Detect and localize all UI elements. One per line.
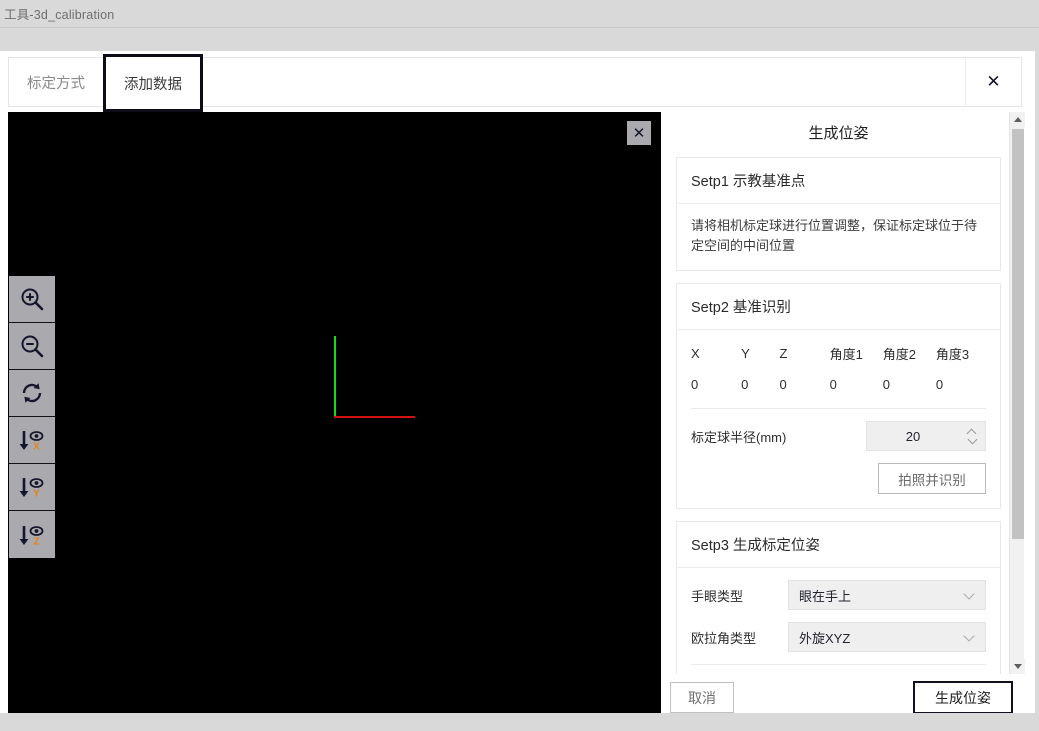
zoom-in-button[interactable] — [9, 276, 55, 323]
col-header-angle2: 角度2 — [882, 347, 916, 363]
view-along-x-button[interactable]: X — [9, 417, 55, 464]
dialog-content: ✕ X Y Z 生成位姿 Setp1 示教基准点 请将相机标定球进行位置调整，保… — [8, 112, 1025, 717]
zoom-out-button[interactable] — [9, 323, 55, 370]
euler-type-select[interactable]: 外旋XYZ — [788, 622, 986, 653]
hand-eye-type-row: 手眼类型 眼在手上 — [691, 580, 986, 611]
table-row: 0 0 0 0 0 0 — [691, 377, 986, 406]
panel-scrollbar[interactable] — [1009, 112, 1025, 674]
euler-type-row: 欧拉角类型 外旋XYZ — [691, 622, 986, 653]
panel-scroll-area: 生成位姿 Setp1 示教基准点 请将相机标定球进行位置调整，保证标定球位于待定… — [668, 112, 1009, 674]
chevron-down-icon — [965, 634, 975, 640]
svg-text:X: X — [33, 442, 40, 453]
step2-body: X Y Z 角度1 角度2 角度3 0 0 0 0 0 0 标定球半径(mm) … — [677, 330, 1000, 508]
view-along-y-button[interactable]: Y — [9, 464, 55, 511]
step3-divider — [691, 664, 986, 666]
cell-angle1: 0 — [829, 377, 837, 393]
calibration-ball-radius-value[interactable]: 20 — [867, 429, 959, 444]
view-along-z-icon: Z — [19, 525, 44, 547]
capture-and-recognize-button[interactable]: 拍照并识别 — [878, 463, 986, 495]
hand-eye-type-label: 手眼类型 — [691, 588, 744, 604]
scrollbar-thumb[interactable] — [1012, 129, 1024, 539]
table-header-row: X Y Z 角度1 角度2 角度3 — [691, 342, 986, 377]
panel-title: 生成位姿 — [808, 125, 869, 142]
calibration-ball-radius-stepper[interactable]: 20 — [866, 421, 986, 452]
world-axis-y — [334, 336, 336, 418]
cell-angle2: 0 — [882, 377, 890, 393]
calibration-dialog: 标定方式 添加数据 ✕ ✕ X Y Z 生成位姿 Setp1 示教基准点 请将相… — [0, 51, 1035, 717]
zoom-out-icon — [21, 335, 44, 358]
cell-z: 0 — [779, 377, 787, 393]
window-title: 工具-3d_calibration — [4, 8, 115, 22]
window-chrome-gap — [0, 28, 1039, 51]
step1-description: 请将相机标定球进行位置调整，保证标定球位于待定空间的中间位置 — [691, 218, 978, 254]
scroll-down-icon — [1013, 664, 1022, 669]
svg-text:Z: Z — [33, 536, 39, 547]
table-divider — [691, 408, 986, 410]
close-icon: ✕ — [986, 72, 1001, 91]
tab-bar: 标定方式 添加数据 ✕ — [8, 54, 1022, 112]
close-icon: ✕ — [632, 125, 646, 142]
chevron-down-icon[interactable] — [968, 438, 977, 443]
window-titlebar: 工具-3d_calibration — [0, 0, 1039, 27]
dialog-close-button[interactable]: ✕ — [965, 58, 1021, 106]
chevron-down-icon — [965, 592, 975, 598]
reset-view-icon — [22, 383, 42, 403]
viewport-toolbar: X Y Z — [8, 275, 55, 559]
col-header-y: Y — [741, 346, 750, 362]
step2-card: Setp2 基准识别 X Y Z 角度1 角度2 角度3 0 0 0 0 0 0… — [676, 283, 1001, 510]
view-along-x-icon: X — [19, 431, 44, 453]
generate-pose-panel: 生成位姿 Setp1 示教基准点 请将相机标定球进行位置调整，保证标定球位于待定… — [667, 112, 1025, 717]
cancel-button[interactable]: 取消 — [670, 682, 734, 713]
col-header-angle3: 角度3 — [935, 347, 970, 363]
calibration-ball-radius-label: 标定球半径(mm) — [691, 429, 787, 445]
hand-eye-type-value: 眼在手上 — [799, 588, 852, 604]
tab-calibration-method[interactable]: 标定方式 — [9, 58, 103, 106]
step1-body: 请将相机标定球进行位置调整，保证标定球位于待定空间的中间位置 — [677, 204, 1000, 270]
step3-body: 手眼类型 眼在手上 欧拉角类型 外旋XYZ — [677, 568, 1000, 674]
reset-view-button[interactable] — [9, 370, 55, 417]
scroll-up-button[interactable] — [1010, 112, 1025, 127]
scroll-down-button[interactable] — [1010, 659, 1025, 674]
cell-y: 0 — [741, 377, 749, 393]
panel-footer: 取消 生成位姿 — [668, 678, 1023, 717]
step1-header: Setp1 示教基准点 — [677, 158, 1000, 204]
scroll-up-icon — [1013, 117, 1022, 122]
svg-text:Y: Y — [33, 489, 40, 500]
view-along-y-icon: Y — [19, 478, 44, 500]
reference-pose-table: X Y Z 角度1 角度2 角度3 0 0 0 0 0 0 — [691, 342, 986, 406]
3d-viewport[interactable]: ✕ X Y Z — [8, 112, 661, 717]
world-axis-x — [334, 416, 415, 418]
col-header-x: X — [691, 346, 700, 362]
calibration-ball-radius-row: 标定球半径(mm) 20 — [691, 421, 986, 452]
capture-row: 拍照并识别 — [691, 463, 986, 495]
step3-header: Setp3 生成标定位姿 — [677, 522, 1000, 569]
spinner-arrows — [959, 422, 985, 450]
application-window: 工具-3d_calibration 标定方式 添加数据 ✕ ✕ X Y Z 生成… — [0, 0, 1039, 731]
col-header-z: Z — [779, 346, 788, 362]
euler-type-value: 外旋XYZ — [799, 630, 851, 646]
step2-header: Setp2 基准识别 — [677, 284, 1000, 331]
hand-eye-type-select[interactable]: 眼在手上 — [788, 580, 986, 611]
zoom-in-icon — [21, 288, 44, 311]
cell-angle3: 0 — [935, 377, 944, 393]
tab-add-data[interactable]: 添加数据 — [103, 54, 203, 112]
cell-x: 0 — [691, 377, 699, 393]
euler-type-label: 欧拉角类型 — [691, 630, 757, 646]
generate-pose-button[interactable]: 生成位姿 — [913, 681, 1013, 714]
view-along-z-button[interactable]: Z — [9, 511, 55, 558]
step1-card: Setp1 示教基准点 请将相机标定球进行位置调整，保证标定球位于待定空间的中间… — [676, 157, 1001, 272]
col-header-angle1: 角度1 — [829, 347, 863, 363]
window-bottom-strip — [0, 713, 1039, 731]
viewport-close-button[interactable]: ✕ — [627, 121, 651, 145]
step3-card: Setp3 生成标定位姿 手眼类型 眼在手上 欧拉角类型 外旋XYZ — [676, 521, 1001, 674]
